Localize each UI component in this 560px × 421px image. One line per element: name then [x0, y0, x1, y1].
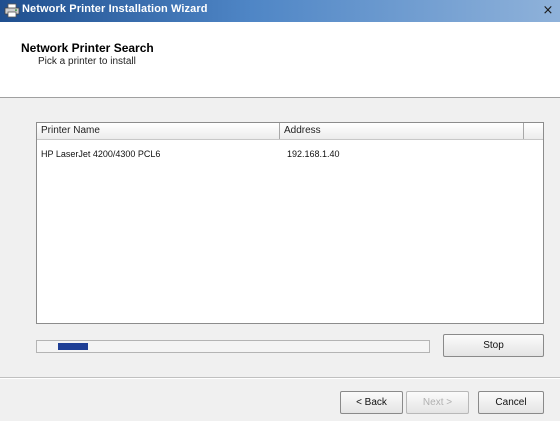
- search-progress-bar: [36, 340, 430, 353]
- printer-list[interactable]: Printer Name Address HP LaserJet 4200/43…: [36, 122, 544, 324]
- printer-row[interactable]: HP LaserJet 4200/4300 PCL6 192.168.1.40: [37, 147, 543, 162]
- page-title: Network Printer Search: [21, 41, 154, 55]
- close-button[interactable]: ×: [540, 2, 556, 19]
- column-header-printer-name[interactable]: Printer Name: [37, 123, 280, 139]
- printer-name-cell: HP LaserJet 4200/4300 PCL6: [41, 149, 161, 159]
- back-button[interactable]: < Back: [340, 391, 403, 414]
- button-separator: [0, 377, 560, 379]
- search-progress-fill: [58, 343, 88, 350]
- printer-list-header: Printer Name Address: [37, 123, 543, 140]
- title-bar: Network Printer Installation Wizard ×: [0, 0, 560, 22]
- page-subtitle: Pick a printer to install: [38, 56, 136, 67]
- printer-address-cell: 192.168.1.40: [287, 149, 340, 159]
- column-header-address[interactable]: Address: [280, 123, 524, 139]
- wizard-header: Network Printer Search Pick a printer to…: [0, 22, 560, 98]
- printer-icon: [4, 3, 20, 18]
- stop-button[interactable]: Stop: [443, 334, 544, 357]
- next-button[interactable]: Next >: [406, 391, 469, 414]
- cancel-button[interactable]: Cancel: [478, 391, 544, 414]
- window-title: Network Printer Installation Wizard: [22, 3, 208, 15]
